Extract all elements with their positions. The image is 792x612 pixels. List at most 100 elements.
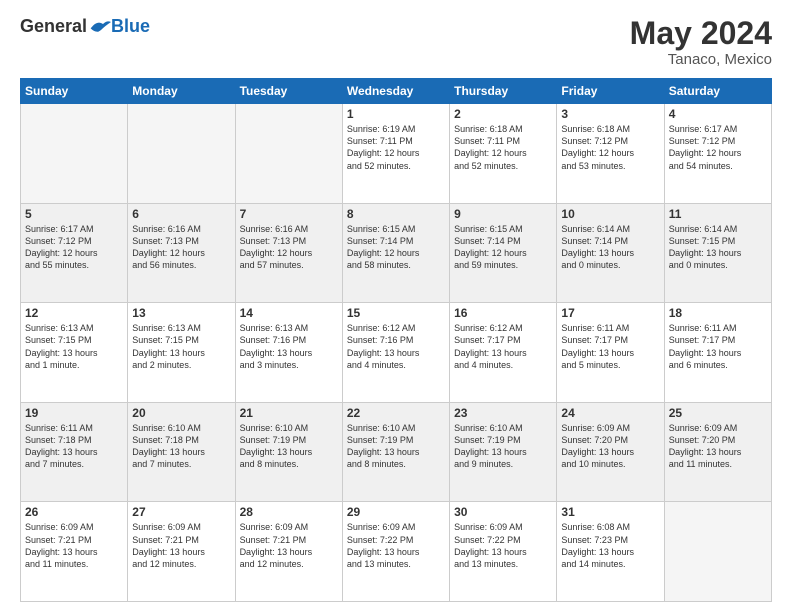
- table-row: 18 Sunrise: 6:11 AMSunset: 7:17 PMDayligh…: [664, 303, 771, 403]
- cell-info: Sunrise: 6:09 AMSunset: 7:21 PMDaylight:…: [25, 521, 123, 570]
- cell-info: Sunrise: 6:14 AMSunset: 7:14 PMDaylight:…: [561, 223, 659, 272]
- day-number: 14: [240, 306, 338, 320]
- day-number: 7: [240, 207, 338, 221]
- table-row: 16 Sunrise: 6:12 AMSunset: 7:17 PMDayligh…: [450, 303, 557, 403]
- table-row: 8Sunrise: 6:15 AMSunset: 7:14 PMDaylight…: [342, 203, 449, 303]
- table-row: 21 Sunrise: 6:10 AMSunset: 7:19 PMDayligh…: [235, 402, 342, 502]
- cell-info: Sunrise: 6:11 AMSunset: 7:17 PMDaylight:…: [669, 322, 767, 371]
- logo-general-text: General: [20, 16, 87, 37]
- calendar-week-row: 1Sunrise: 6:19 AMSunset: 7:11 PMDaylight…: [21, 104, 772, 204]
- day-number: 1: [347, 107, 445, 121]
- cell-info: Sunrise: 6:09 AMSunset: 7:21 PMDaylight:…: [132, 521, 230, 570]
- day-number: 13: [132, 306, 230, 320]
- table-row: 9 Sunrise: 6:15 AMSunset: 7:14 PMDaylight…: [450, 203, 557, 303]
- table-row: 23 Sunrise: 6:10 AMSunset: 7:19 PMDayligh…: [450, 402, 557, 502]
- day-number: 27: [132, 505, 230, 519]
- cell-info: Sunrise: 6:09 AMSunset: 7:20 PMDaylight:…: [561, 422, 659, 471]
- day-number: 5: [25, 207, 123, 221]
- cell-info: Sunrise: 6:09 AMSunset: 7:21 PMDaylight:…: [240, 521, 338, 570]
- header: General Blue May 2024 Tanaco, Mexico: [20, 16, 772, 68]
- day-number: 26: [25, 505, 123, 519]
- logo-blue-text: Blue: [111, 16, 150, 37]
- table-row: [128, 104, 235, 204]
- calendar-week-row: 12 Sunrise: 6:13 AMSunset: 7:15 PMDayligh…: [21, 303, 772, 403]
- cell-info: Sunrise: 6:18 AMSunset: 7:12 PMDaylight:…: [561, 123, 659, 172]
- day-number: 19: [25, 406, 123, 420]
- month-title: May 2024: [630, 16, 772, 51]
- cell-info: Sunrise: 6:11 AMSunset: 7:17 PMDaylight:…: [561, 322, 659, 371]
- cell-info: Sunrise: 6:13 AMSunset: 7:15 PMDaylight:…: [132, 322, 230, 371]
- day-number: 17: [561, 306, 659, 320]
- cell-info: Sunrise: 6:18 AMSunset: 7:11 PMDaylight:…: [454, 123, 552, 172]
- day-number: 8: [347, 207, 445, 221]
- day-number: 28: [240, 505, 338, 519]
- table-row: 15Sunrise: 6:12 AMSunset: 7:16 PMDayligh…: [342, 303, 449, 403]
- table-row: 24 Sunrise: 6:09 AMSunset: 7:20 PMDayligh…: [557, 402, 664, 502]
- table-row: 14 Sunrise: 6:13 AMSunset: 7:16 PMDayligh…: [235, 303, 342, 403]
- day-number: 12: [25, 306, 123, 320]
- table-row: 5 Sunrise: 6:17 AMSunset: 7:12 PMDaylight…: [21, 203, 128, 303]
- calendar-header-row: Sunday Monday Tuesday Wednesday Thursday…: [21, 79, 772, 104]
- table-row: 19 Sunrise: 6:11 AMSunset: 7:18 PMDayligh…: [21, 402, 128, 502]
- table-row: 6 Sunrise: 6:16 AMSunset: 7:13 PMDaylight…: [128, 203, 235, 303]
- calendar-week-row: 5 Sunrise: 6:17 AMSunset: 7:12 PMDaylight…: [21, 203, 772, 303]
- table-row: 31 Sunrise: 6:08 AMSunset: 7:23 PMDayligh…: [557, 502, 664, 602]
- table-row: 7Sunrise: 6:16 AMSunset: 7:13 PMDaylight…: [235, 203, 342, 303]
- day-number: 10: [561, 207, 659, 221]
- cell-info: Sunrise: 6:15 AMSunset: 7:14 PMDaylight:…: [454, 223, 552, 272]
- day-number: 24: [561, 406, 659, 420]
- cell-info: Sunrise: 6:10 AMSunset: 7:19 PMDaylight:…: [347, 422, 445, 471]
- day-number: 25: [669, 406, 767, 420]
- cell-info: Sunrise: 6:12 AMSunset: 7:17 PMDaylight:…: [454, 322, 552, 371]
- cell-info: Sunrise: 6:13 AMSunset: 7:15 PMDaylight:…: [25, 322, 123, 371]
- day-number: 16: [454, 306, 552, 320]
- day-number: 2: [454, 107, 552, 121]
- cell-info: Sunrise: 6:14 AMSunset: 7:15 PMDaylight:…: [669, 223, 767, 272]
- cell-info: Sunrise: 6:11 AMSunset: 7:18 PMDaylight:…: [25, 422, 123, 471]
- header-monday: Monday: [128, 79, 235, 104]
- header-saturday: Saturday: [664, 79, 771, 104]
- logo-bird-icon: [89, 18, 111, 36]
- day-number: 9: [454, 207, 552, 221]
- location: Tanaco, Mexico: [630, 51, 772, 68]
- day-number: 22: [347, 406, 445, 420]
- cell-info: Sunrise: 6:17 AMSunset: 7:12 PMDaylight:…: [25, 223, 123, 272]
- cell-info: Sunrise: 6:13 AMSunset: 7:16 PMDaylight:…: [240, 322, 338, 371]
- header-thursday: Thursday: [450, 79, 557, 104]
- cell-info: Sunrise: 6:09 AMSunset: 7:22 PMDaylight:…: [347, 521, 445, 570]
- cell-info: Sunrise: 6:10 AMSunset: 7:19 PMDaylight:…: [240, 422, 338, 471]
- table-row: 25Sunrise: 6:09 AMSunset: 7:20 PMDayligh…: [664, 402, 771, 502]
- cell-info: Sunrise: 6:09 AMSunset: 7:22 PMDaylight:…: [454, 521, 552, 570]
- table-row: 1Sunrise: 6:19 AMSunset: 7:11 PMDaylight…: [342, 104, 449, 204]
- day-number: 6: [132, 207, 230, 221]
- table-row: 28 Sunrise: 6:09 AMSunset: 7:21 PMDayligh…: [235, 502, 342, 602]
- table-row: 30Sunrise: 6:09 AMSunset: 7:22 PMDayligh…: [450, 502, 557, 602]
- cell-info: Sunrise: 6:08 AMSunset: 7:23 PMDaylight:…: [561, 521, 659, 570]
- day-number: 21: [240, 406, 338, 420]
- logo: General Blue: [20, 16, 150, 37]
- table-row: 11Sunrise: 6:14 AMSunset: 7:15 PMDayligh…: [664, 203, 771, 303]
- header-sunday: Sunday: [21, 79, 128, 104]
- calendar-table: Sunday Monday Tuesday Wednesday Thursday…: [20, 78, 772, 602]
- table-row: 10 Sunrise: 6:14 AMSunset: 7:14 PMDayligh…: [557, 203, 664, 303]
- table-row: 2 Sunrise: 6:18 AMSunset: 7:11 PMDaylight…: [450, 104, 557, 204]
- day-number: 23: [454, 406, 552, 420]
- header-friday: Friday: [557, 79, 664, 104]
- table-row: 4Sunrise: 6:17 AMSunset: 7:12 PMDaylight…: [664, 104, 771, 204]
- day-number: 31: [561, 505, 659, 519]
- table-row: 29Sunrise: 6:09 AMSunset: 7:22 PMDayligh…: [342, 502, 449, 602]
- day-number: 3: [561, 107, 659, 121]
- table-row: 27 Sunrise: 6:09 AMSunset: 7:21 PMDayligh…: [128, 502, 235, 602]
- day-number: 18: [669, 306, 767, 320]
- calendar-week-row: 26 Sunrise: 6:09 AMSunset: 7:21 PMDayligh…: [21, 502, 772, 602]
- table-row: 26 Sunrise: 6:09 AMSunset: 7:21 PMDayligh…: [21, 502, 128, 602]
- cell-info: Sunrise: 6:16 AMSunset: 7:13 PMDaylight:…: [132, 223, 230, 272]
- cell-info: Sunrise: 6:10 AMSunset: 7:19 PMDaylight:…: [454, 422, 552, 471]
- cell-info: Sunrise: 6:10 AMSunset: 7:18 PMDaylight:…: [132, 422, 230, 471]
- cell-info: Sunrise: 6:12 AMSunset: 7:16 PMDaylight:…: [347, 322, 445, 371]
- day-number: 4: [669, 107, 767, 121]
- header-wednesday: Wednesday: [342, 79, 449, 104]
- table-row: 3 Sunrise: 6:18 AMSunset: 7:12 PMDaylight…: [557, 104, 664, 204]
- header-tuesday: Tuesday: [235, 79, 342, 104]
- table-row: 12 Sunrise: 6:13 AMSunset: 7:15 PMDayligh…: [21, 303, 128, 403]
